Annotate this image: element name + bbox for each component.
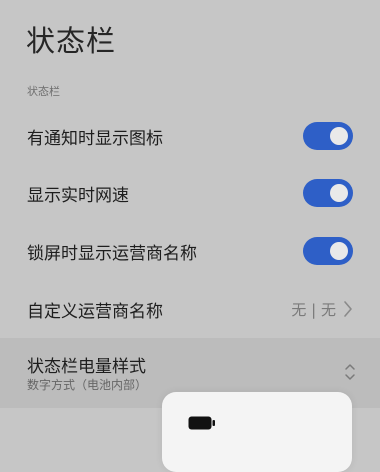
- battery-icon[interactable]: [188, 416, 216, 430]
- setting-label: 锁屏时显示运营商名称: [27, 244, 197, 264]
- carrier-name-value: 无 | 无: [291, 301, 336, 319]
- updown-arrow-icon: [345, 364, 355, 380]
- toggle-knob: [330, 127, 348, 145]
- battery-style-popup: [162, 392, 352, 472]
- lockscreen-carrier-toggle[interactable]: [303, 237, 353, 265]
- chevron-right-icon: [344, 301, 352, 317]
- setting-label: 有通知时显示图标: [27, 129, 163, 149]
- toggle-knob: [330, 242, 348, 260]
- notification-icons-toggle[interactable]: [303, 122, 353, 150]
- section-label: 状态栏: [27, 85, 60, 98]
- setting-row-notification-icons[interactable]: 有通知时显示图标: [0, 116, 380, 156]
- setting-row-custom-carrier-name[interactable]: 自定义运营商名称 无 | 无: [0, 289, 380, 329]
- setting-label: 自定义运营商名称: [27, 302, 163, 322]
- toggle-knob: [330, 184, 348, 202]
- setting-row-lockscreen-carrier[interactable]: 锁屏时显示运营商名称: [0, 231, 380, 271]
- network-speed-toggle[interactable]: [303, 179, 353, 207]
- page-title: 状态栏: [26, 24, 117, 58]
- setting-label: 显示实时网速: [27, 186, 129, 206]
- setting-label: 状态栏电量样式: [27, 357, 146, 377]
- setting-row-network-speed[interactable]: 显示实时网速: [0, 173, 380, 213]
- battery-style-current-value: 数字方式（电池内部）: [27, 378, 148, 392]
